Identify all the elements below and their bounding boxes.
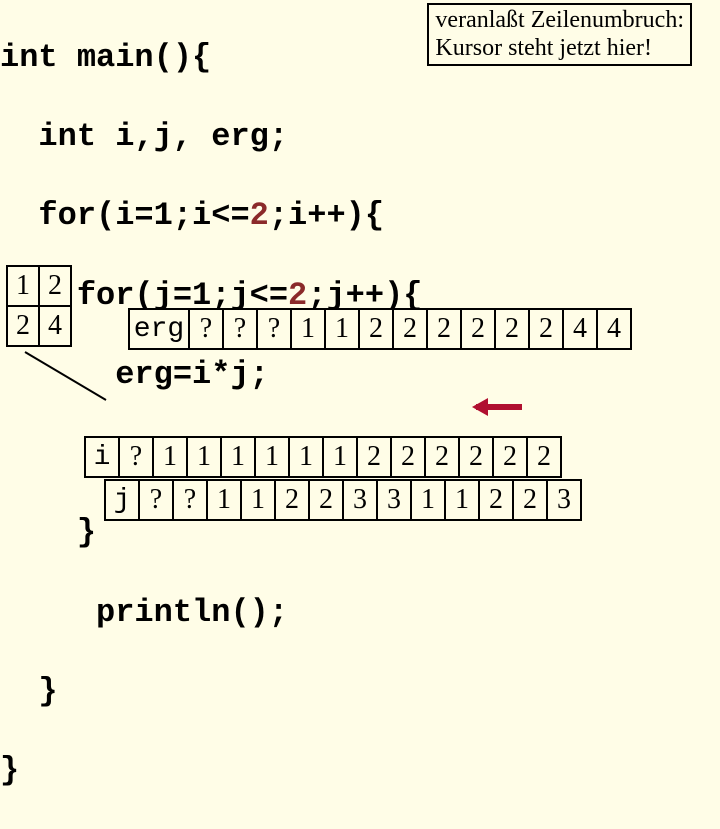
code-l2: int i,j, erg; [0,118,288,155]
code-l9: } [0,673,58,710]
output-table: 1 2 2 4 [6,265,72,347]
code-l8: println(); [0,594,288,631]
annotation-line2: Kursor steht jetzt hier! [435,35,684,63]
erg-trace-table: erg ? ? ? 1 1 2 2 2 2 2 2 4 4 [128,308,632,350]
annotation-box: veranlaßt Zeilenumbruch: Kursor steht je… [427,3,692,66]
j-trace-table: j ? ? 1 1 2 2 3 3 1 1 2 2 3 [104,479,582,521]
arrow-left-icon [470,395,524,419]
code-l10: } [0,752,19,789]
code-l1: int main(){ [0,39,211,76]
code-l7: } [0,514,96,551]
annotation-line1: veranlaßt Zeilenumbruch: [435,7,684,35]
code-l5: erg=i*j; [0,356,269,393]
code-block: int main(){ int i,j, erg; for(i=1;i<=2;i… [0,0,720,829]
i-trace-table: i ? 1 1 1 1 1 1 2 2 2 2 2 2 [84,436,562,478]
